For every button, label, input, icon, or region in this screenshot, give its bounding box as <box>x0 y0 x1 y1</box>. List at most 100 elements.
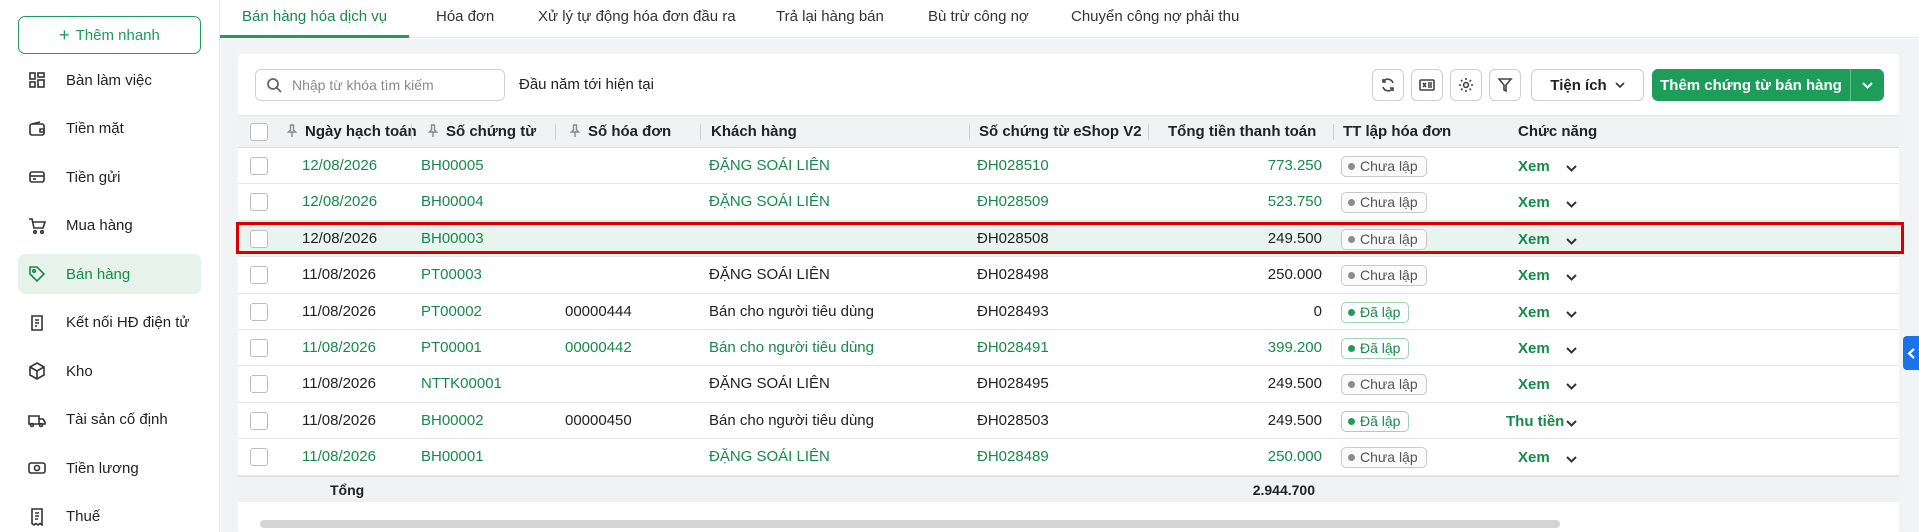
row-checkbox[interactable] <box>250 157 268 175</box>
row-action-menu[interactable] <box>1566 234 1577 245</box>
chevron-down-icon <box>1566 274 1577 282</box>
table-row[interactable]: 11/08/2026 PT00001 00000442 Bán cho người t… <box>238 330 1899 367</box>
sidebar-item-tax[interactable]: Thuế <box>18 497 201 532</box>
row-checkbox[interactable] <box>250 338 268 357</box>
row-eshop: ĐH028503 <box>977 411 1049 429</box>
row-voucher[interactable]: PT00002 <box>421 294 482 330</box>
column-divider[interactable] <box>969 124 970 140</box>
row-voucher[interactable]: BH00004 <box>421 184 484 220</box>
column-divider[interactable] <box>411 124 412 140</box>
period-filter[interactable]: Đầu năm tới hiện tại <box>519 69 654 101</box>
add-sales-voucher-button[interactable]: Thêm chứng từ bán hàng <box>1652 69 1884 101</box>
row-checkbox[interactable] <box>250 302 268 321</box>
header-total[interactable]: Tổng tiền thanh toán <box>1168 116 1316 148</box>
row-action-link[interactable]: Xem <box>1518 330 1550 366</box>
row-voucher[interactable]: NTTK00001 <box>421 366 502 402</box>
horizontal-scrollbar[interactable] <box>260 520 1560 528</box>
table-row[interactable]: 11/08/2026 NTTK00001 ĐẶNG SOÁI LIÊN ĐH02849… <box>238 366 1899 403</box>
select-all-checkbox[interactable] <box>250 123 268 141</box>
pin-icon[interactable] <box>286 117 298 137</box>
tab-auto-invoice-processing[interactable]: Xử lý tự động hóa đơn đầu ra <box>538 0 736 38</box>
table-row[interactable]: 11/08/2026 BH00002 00000450 Bán cho người t… <box>238 403 1899 440</box>
row-action-menu[interactable] <box>1566 452 1577 464</box>
row-voucher[interactable]: PT00001 <box>421 330 482 366</box>
tab-invoices[interactable]: Hóa đơn <box>436 0 494 38</box>
sidebar-item-dashboard[interactable]: Bàn làm việc <box>18 60 201 100</box>
row-action-link[interactable]: Thu tiền <box>1506 403 1564 439</box>
row-action-menu[interactable] <box>1566 307 1577 318</box>
row-action-link[interactable]: Xem <box>1518 257 1550 293</box>
side-panel-toggle[interactable] <box>1903 336 1919 370</box>
add-options-toggle[interactable] <box>1850 69 1884 101</box>
header-eshop[interactable]: Số chứng từ eShop V2 <box>979 116 1142 148</box>
sales-table: Ngày hạch toán Số chứng từ Số hóa đơn Kh… <box>238 115 1899 502</box>
row-action-link[interactable]: Xem <box>1518 439 1550 475</box>
table-row[interactable]: 12/08/2026 BH00003 ĐH028508 249.500 Chưa lập… <box>238 220 1899 258</box>
table-row[interactable]: 12/08/2026 BH00005 ĐẶNG SOÁI LIÊN ĐH028510 7… <box>238 148 1899 185</box>
filter-button[interactable] <box>1489 69 1521 101</box>
table-row[interactable]: 11/08/2026 PT00003 ĐẶNG SOÁI LIÊN ĐH028498 2… <box>238 257 1899 294</box>
row-action-menu[interactable] <box>1566 343 1577 354</box>
row-checkbox[interactable] <box>250 448 268 467</box>
sidebar: + Thêm nhanh Bàn làm việc Tiền mặt Tiền … <box>0 0 220 532</box>
refresh-button[interactable] <box>1372 69 1404 101</box>
row-voucher[interactable]: BH00002 <box>421 403 484 439</box>
column-divider[interactable] <box>1333 124 1334 140</box>
sidebar-item-sales[interactable]: Bán hàng <box>18 254 201 294</box>
row-total: 249.500 <box>1267 411 1322 429</box>
row-date: 11/08/2026 <box>302 448 376 466</box>
quick-add-button[interactable]: + Thêm nhanh <box>18 16 201 54</box>
row-action-link[interactable]: Xem <box>1518 294 1550 330</box>
header-customer[interactable]: Khách hàng <box>711 116 797 148</box>
row-action-menu[interactable] <box>1566 161 1577 172</box>
sidebar-item-label: Tiền gửi <box>66 168 121 186</box>
settings-button[interactable] <box>1450 69 1482 101</box>
table-row[interactable]: 11/08/2026 PT00002 00000444 Bán cho người t… <box>238 294 1899 330</box>
export-excel-button[interactable] <box>1411 69 1443 101</box>
row-checkbox[interactable] <box>250 266 268 285</box>
row-checkbox[interactable] <box>250 229 268 248</box>
tag-icon <box>28 265 46 283</box>
row-action-link[interactable]: Xem <box>1518 366 1550 402</box>
row-voucher[interactable]: BH00001 <box>421 439 484 475</box>
search-box[interactable] <box>255 69 505 101</box>
column-divider[interactable] <box>1148 124 1149 140</box>
row-action-link[interactable]: Xem <box>1518 148 1550 184</box>
row-action-menu[interactable] <box>1566 270 1577 282</box>
sidebar-item-assets[interactable]: Tài sản cố định <box>18 400 201 440</box>
tab-receivable-transfer[interactable]: Chuyển công nợ phải thu <box>1071 0 1239 38</box>
header-invoice[interactable]: Số hóa đơn <box>569 116 671 148</box>
table-row[interactable]: 11/08/2026 BH00001 ĐẶNG SOÁI LIÊN ĐH028489 2… <box>238 439 1899 476</box>
header-date[interactable]: Ngày hạch toán <box>286 116 417 148</box>
row-voucher[interactable]: BH00005 <box>421 148 484 184</box>
header-invoice-status[interactable]: TT lập hóa đơn <box>1343 116 1451 148</box>
sidebar-item-cash[interactable]: Tiền mặt <box>18 109 201 149</box>
row-action-menu[interactable] <box>1566 379 1577 391</box>
row-action-link[interactable]: Xem <box>1518 184 1550 220</box>
tab-debt-offset[interactable]: Bù trừ công nợ <box>928 0 1029 38</box>
row-voucher[interactable]: PT00003 <box>421 257 482 293</box>
row-checkbox[interactable] <box>250 375 268 394</box>
sidebar-item-purchase[interactable]: Mua hàng <box>18 206 201 246</box>
sidebar-item-warehouse[interactable]: Kho <box>18 351 201 391</box>
sidebar-item-label: Bàn làm việc <box>66 71 152 89</box>
sidebar-item-einvoice[interactable]: Kết nối HĐ điện tử <box>18 303 201 343</box>
row-action-menu[interactable] <box>1566 416 1577 427</box>
table-row[interactable]: 12/08/2026 BH00004 ĐẶNG SOÁI LIÊN ĐH028509 5… <box>238 184 1899 221</box>
header-voucher[interactable]: Số chứng từ <box>427 116 536 148</box>
sidebar-item-payroll[interactable]: Tiền lương <box>18 448 201 488</box>
row-checkbox[interactable] <box>250 411 268 430</box>
row-action-menu[interactable] <box>1566 197 1577 209</box>
search-input[interactable] <box>292 77 492 93</box>
column-divider[interactable] <box>700 124 701 140</box>
utility-dropdown[interactable]: Tiện ích <box>1531 69 1644 101</box>
pin-icon[interactable] <box>427 117 439 137</box>
row-checkbox[interactable] <box>250 193 268 212</box>
row-action-link[interactable]: Xem <box>1518 221 1550 257</box>
row-voucher[interactable]: BH00003 <box>421 221 484 257</box>
tab-sales-services[interactable]: Bán hàng hóa dịch vụ <box>220 0 410 38</box>
sidebar-item-deposit[interactable]: Tiền gửi <box>18 157 201 197</box>
pin-icon[interactable] <box>569 117 581 137</box>
tab-sales-returns[interactable]: Trả lại hàng bán <box>776 0 884 38</box>
column-divider[interactable] <box>555 124 556 140</box>
